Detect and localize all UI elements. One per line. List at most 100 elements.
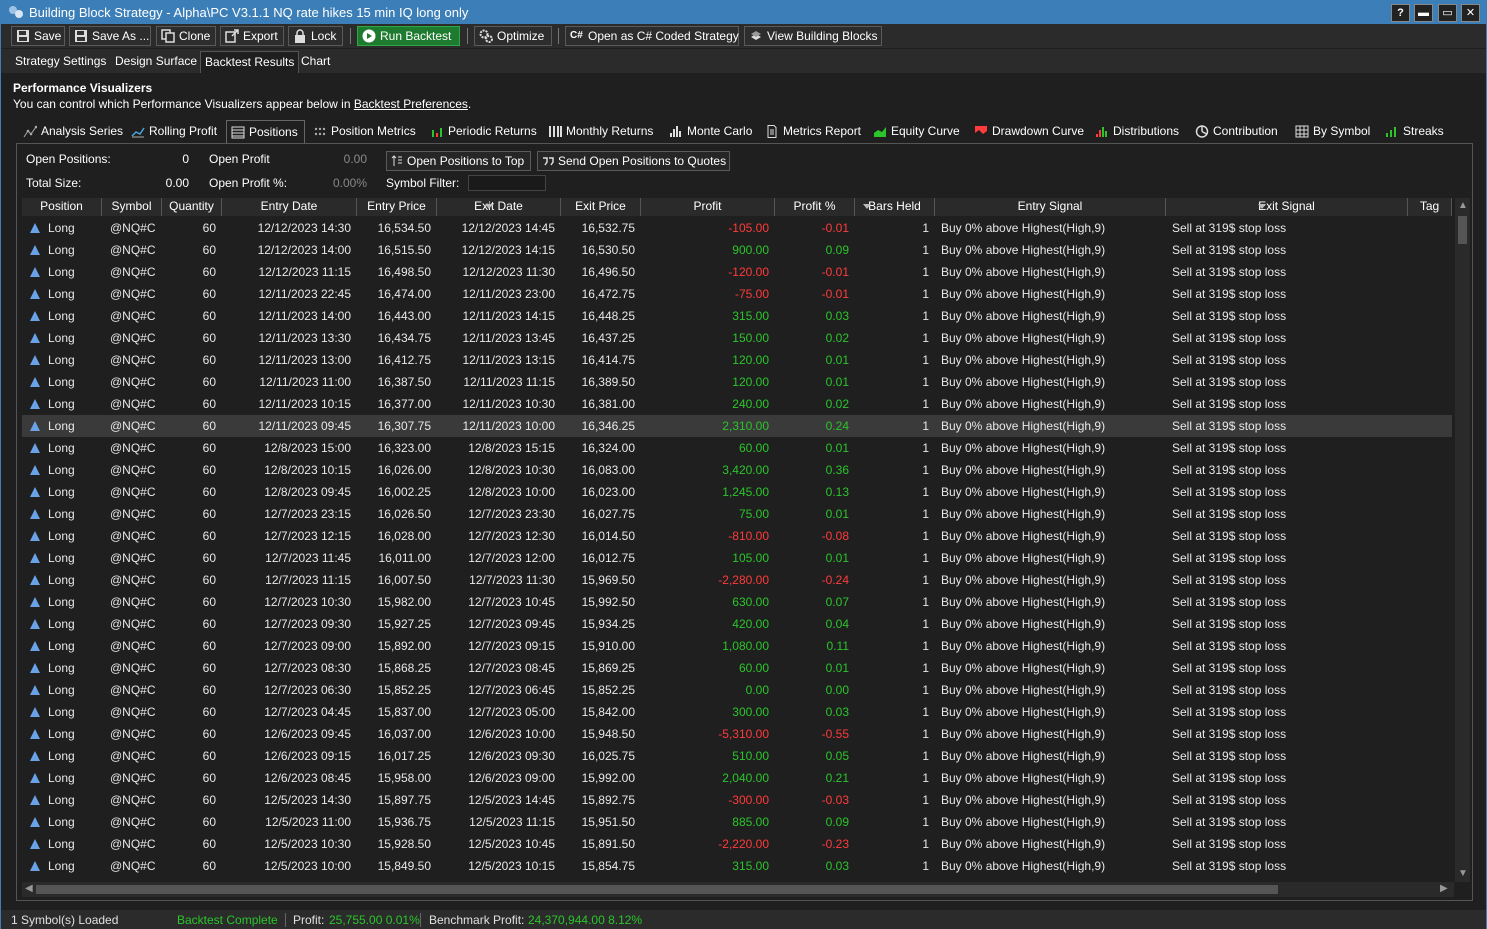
- cell-tag: [1408, 261, 1452, 283]
- column-header-exit-date[interactable]: Exit Date: [437, 198, 561, 216]
- column-header-entry-date[interactable]: Entry Date: [222, 198, 357, 216]
- tab-monte-carlo[interactable]: Monte Carlo: [665, 120, 757, 144]
- view-blocks-label: View Building Blocks: [767, 29, 878, 43]
- table-row[interactable]: Long @NQ#C 60 12/7/2023 08:30 15,868.25 12/7/…: [22, 657, 1452, 679]
- cell-quantity: 60: [202, 815, 216, 829]
- table-row[interactable]: Long @NQ#C 60 12/7/2023 04:45 15,837.00 12/7/…: [22, 701, 1452, 723]
- scroll-down-icon[interactable]: ▼: [1458, 868, 1468, 879]
- clone-button[interactable]: Clone: [156, 26, 216, 46]
- horizontal-scrollbar[interactable]: ◀ ▶: [22, 882, 1454, 897]
- column-header-entry-signal[interactable]: Entry Signal: [935, 198, 1166, 216]
- help-button[interactable]: ?: [1391, 4, 1410, 22]
- symbol-filter-input[interactable]: [468, 175, 546, 191]
- table-row[interactable]: Long @NQ#C 60 12/11/2023 13:00 16,412.75 12/1…: [22, 349, 1452, 371]
- column-header-symbol[interactable]: Symbol: [102, 198, 162, 216]
- table-row[interactable]: Long @NQ#C 60 12/5/2023 10:30 15,928.50 12/5/…: [22, 833, 1452, 855]
- scroll-up-icon[interactable]: ▲: [1458, 200, 1468, 211]
- run-backtest-button[interactable]: Run Backtest: [357, 26, 460, 46]
- cell-profit: 1,245.00: [722, 485, 769, 499]
- cell-profit: -300.00: [728, 793, 769, 807]
- open-csharp-button[interactable]: C# Open as C# Coded Strategy: [565, 26, 739, 46]
- column-header-exit-price[interactable]: Exit Price: [561, 198, 641, 216]
- column-header-quantity[interactable]: Quantity: [162, 198, 222, 216]
- tab-position-metrics[interactable]: Position Metrics: [309, 120, 422, 144]
- maximize-button[interactable]: ▭: [1438, 4, 1457, 22]
- table-row[interactable]: Long @NQ#C 60 12/7/2023 10:30 15,982.00 12/7/…: [22, 591, 1452, 613]
- tab-drawdown-curve[interactable]: Drawdown Curve: [970, 120, 1087, 144]
- export-button[interactable]: Export: [220, 26, 284, 46]
- table-row[interactable]: Long @NQ#C 60 12/11/2023 09:45 16,307.75 12/1…: [22, 415, 1452, 437]
- tab-rolling-profit[interactable]: Rolling Profit: [127, 120, 222, 144]
- send-to-quotes-button[interactable]: Send Open Positions to Quotes: [537, 151, 730, 171]
- column-header-exit-signal[interactable]: Exit Signal: [1166, 198, 1408, 216]
- lock-button[interactable]: Lock: [288, 26, 343, 46]
- table-row[interactable]: Long @NQ#C 60 12/11/2023 14:00 16,443.00 12/1…: [22, 305, 1452, 327]
- table-row[interactable]: Long @NQ#C 60 12/8/2023 15:00 16,323.00 12/8/…: [22, 437, 1452, 459]
- tab-chart[interactable]: Chart: [297, 51, 334, 73]
- view-blocks-button[interactable]: View Building Blocks: [744, 26, 882, 46]
- table-row[interactable]: Long @NQ#C 60 12/7/2023 23:15 16,026.50 12/7/…: [22, 503, 1452, 525]
- optimize-button[interactable]: Optimize: [474, 26, 552, 46]
- table-row[interactable]: Long @NQ#C 60 12/12/2023 14:00 16,515.50 12/1…: [22, 239, 1452, 261]
- table-row[interactable]: Long @NQ#C 60 12/11/2023 13:30 16,434.75 12/1…: [22, 327, 1452, 349]
- tab-contribution[interactable]: Contribution: [1191, 120, 1287, 144]
- backtest-preferences-link[interactable]: Backtest Preferences: [354, 97, 468, 111]
- tab-design-surface[interactable]: Design Surface: [111, 51, 201, 73]
- column-header-entry-price[interactable]: Entry Price: [357, 198, 437, 216]
- tab-by-symbol[interactable]: By Symbol: [1291, 120, 1377, 144]
- tab-analysis-series[interactable]: Analysis Series: [19, 120, 123, 144]
- column-header-profit-pct[interactable]: Profit %: [775, 198, 855, 216]
- table-row[interactable]: Long @NQ#C 60 12/8/2023 10:15 16,026.00 12/8/…: [22, 459, 1452, 481]
- minimize-button[interactable]: ▬: [1414, 4, 1433, 22]
- column-header-position[interactable]: Position: [22, 198, 102, 216]
- table-row[interactable]: Long @NQ#C 60 12/6/2023 08:45 15,958.00 12/6/…: [22, 767, 1452, 789]
- tab-positions[interactable]: Positions: [226, 120, 305, 144]
- horizontal-scroll-thumb[interactable]: [36, 885, 1278, 894]
- tab-metrics-report[interactable]: Metrics Report: [761, 120, 865, 144]
- scroll-right-icon[interactable]: ▶: [1440, 883, 1448, 894]
- tab-monthly-returns[interactable]: Monthly Returns: [544, 120, 661, 144]
- table-row[interactable]: Long @NQ#C 60 12/11/2023 22:45 16,474.00 12/1…: [22, 283, 1452, 305]
- cell-tag: [1408, 657, 1452, 679]
- table-row[interactable]: Long @NQ#C 60 12/7/2023 09:30 15,927.25 12/7/…: [22, 613, 1452, 635]
- table-row[interactable]: Long @NQ#C 60 12/5/2023 10:00 15,849.50 12/5/…: [22, 855, 1452, 877]
- tab-backtest-results[interactable]: Backtest Results: [200, 51, 300, 73]
- scroll-left-icon[interactable]: ◀: [25, 883, 33, 894]
- table-row[interactable]: Long @NQ#C 60 12/7/2023 06:30 15,852.25 12/7/…: [22, 679, 1452, 701]
- close-button[interactable]: ✕: [1461, 4, 1480, 22]
- save-button[interactable]: Save: [11, 26, 65, 46]
- tab-equity-curve[interactable]: Equity Curve: [869, 120, 966, 144]
- cell-tag: [1408, 613, 1452, 635]
- table-row[interactable]: Long @NQ#C 60 12/7/2023 11:15 16,007.50 12/7/…: [22, 569, 1452, 591]
- save-as-button[interactable]: Save As ...: [69, 26, 151, 46]
- vertical-scroll-thumb[interactable]: [1458, 216, 1467, 244]
- column-header-tag[interactable]: Tag: [1408, 198, 1452, 216]
- cell-tag: [1408, 415, 1452, 437]
- cell-bars-held: 1: [922, 529, 929, 543]
- table-row[interactable]: Long @NQ#C 60 12/5/2023 11:00 15,936.75 12/5/…: [22, 811, 1452, 833]
- table-row[interactable]: Long @NQ#C 60 12/11/2023 10:15 16,377.00 12/1…: [22, 393, 1452, 415]
- column-header-bars-held[interactable]: Bars Held: [855, 198, 935, 216]
- table-row[interactable]: Long @NQ#C 60 12/7/2023 11:45 16,011.00 12/7/…: [22, 547, 1452, 569]
- table-row[interactable]: Long @NQ#C 60 12/12/2023 11:15 16,498.50 12/1…: [22, 261, 1452, 283]
- cell-entry-date: 12/11/2023 13:30: [258, 331, 351, 345]
- open-profit-value: 0.00: [343, 152, 367, 166]
- cell-bars-held: 1: [922, 551, 929, 565]
- table-row[interactable]: Long @NQ#C 60 12/8/2023 09:45 16,002.25 12/8/…: [22, 481, 1452, 503]
- tab-streaks[interactable]: Streaks: [1381, 120, 1447, 144]
- table-row[interactable]: Long @NQ#C 60 12/5/2023 14:30 15,897.75 12/5/…: [22, 789, 1452, 811]
- tab-periodic-returns[interactable]: Periodic Returns: [426, 120, 540, 144]
- open-positions-to-top-button[interactable]: Open Positions to Top: [386, 151, 531, 171]
- column-header-profit[interactable]: Profit: [641, 198, 775, 216]
- table-row[interactable]: Long @NQ#C 60 12/6/2023 09:15 16,017.25 12/6/…: [22, 745, 1452, 767]
- vertical-scrollbar[interactable]: ▲ ▼: [1455, 198, 1470, 882]
- tab-strategy-settings[interactable]: Strategy Settings: [11, 51, 110, 73]
- table-row[interactable]: Long @NQ#C 60 12/7/2023 09:00 15,892.00 12/7/…: [22, 635, 1452, 657]
- table-row[interactable]: Long @NQ#C 60 12/12/2023 14:30 16,534.50 12/1…: [22, 217, 1452, 239]
- performance-heading: Performance Visualizers: [13, 81, 153, 95]
- tab-distributions[interactable]: Distributions: [1091, 120, 1187, 144]
- cell-profit: 300.00: [732, 705, 769, 719]
- table-row[interactable]: Long @NQ#C 60 12/11/2023 11:00 16,387.50 12/1…: [22, 371, 1452, 393]
- table-row[interactable]: Long @NQ#C 60 12/6/2023 09:45 16,037.00 12/6/…: [22, 723, 1452, 745]
- table-row[interactable]: Long @NQ#C 60 12/7/2023 12:15 16,028.00 12/7/…: [22, 525, 1452, 547]
